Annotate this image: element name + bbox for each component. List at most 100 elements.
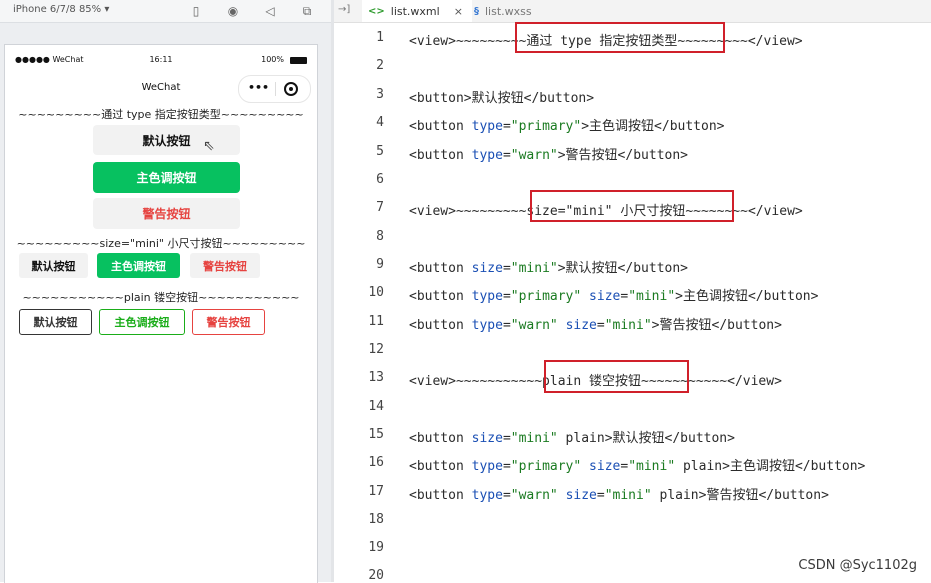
highlight-box: [544, 360, 689, 393]
window-icon[interactable]: ⧉: [299, 3, 315, 19]
watermark: CSDN @Syc1102g: [798, 558, 917, 573]
type-heading: ~~~~~~~~~通过 type 指定按钮类型~~~~~~~~~: [18, 108, 304, 121]
code-line-9[interactable]: <button size="mini">默认按钮</button>: [409, 257, 688, 276]
code-token: =: [596, 488, 605, 503]
code-token: <button: [409, 459, 472, 474]
code-token: >警告按钮</button>: [651, 318, 782, 333]
code-line-15[interactable]: <button size="mini" plain>默认按钮</button>: [409, 427, 735, 446]
plain-default-button[interactable]: 默认按钮: [19, 309, 92, 335]
line-number: 6: [376, 172, 384, 187]
plain-primary-button[interactable]: 主色调按钮: [99, 309, 185, 335]
highlight-box: [515, 22, 725, 53]
panel-divider[interactable]: [331, 0, 334, 582]
line-number: 19: [368, 540, 384, 555]
wxml-file-icon: <>: [368, 5, 385, 17]
plain-warn-button[interactable]: 警告按钮: [192, 309, 265, 335]
mouse-cursor-icon: ⇖: [203, 138, 215, 154]
code-token: >主色调按钮</button>: [675, 289, 819, 304]
code-string: "mini": [510, 431, 558, 446]
code-line-16[interactable]: <button type="primary" size="mini" plain…: [409, 455, 865, 474]
line-number: 2: [376, 58, 384, 73]
code-attr: size: [565, 318, 597, 333]
line-number: 10: [368, 285, 384, 300]
more-icon[interactable]: •••: [248, 81, 269, 94]
code-attr: type: [471, 148, 503, 163]
mini-warn-button[interactable]: 警告按钮: [190, 253, 260, 278]
sound-icon[interactable]: ◁: [262, 3, 278, 19]
record-icon[interactable]: ◉: [225, 3, 241, 19]
code-line-4[interactable]: <button type="primary">主色调按钮</button>: [409, 115, 725, 134]
mini-primary-button[interactable]: 主色调按钮: [97, 253, 180, 278]
code-token: <button: [409, 119, 472, 134]
code-string: "mini": [604, 488, 652, 503]
code-string: "primary": [510, 459, 582, 474]
tab-list-wxml[interactable]: <> list.wxml ×: [362, 0, 472, 22]
code-token: =: [596, 318, 605, 333]
mini-default-button[interactable]: 默认按钮: [19, 253, 88, 278]
default-button[interactable]: 默认按钮: [93, 125, 240, 155]
split-editor-icon[interactable]: →]: [338, 4, 350, 15]
code-token: <view>~~~~~~~~: [409, 204, 519, 219]
simulator-panel: iPhone 6/7/8 85% ▾ ▯ ◉ ◁ ⧉ ●●●●● WeChat …: [0, 0, 331, 583]
battery-icon: [290, 57, 307, 64]
code-string: "mini": [628, 459, 676, 474]
highlight-box: [530, 190, 734, 222]
code-token: >默认按钮</button>: [557, 261, 689, 276]
code-line-17[interactable]: <button type="warn" size="mini" plain>警告…: [409, 484, 829, 503]
tab-label: list.wxss: [485, 4, 532, 18]
status-bar: ●●●●● WeChat 16:11 100%: [5, 55, 317, 69]
line-number: 14: [368, 399, 384, 414]
code-token: =: [502, 318, 511, 333]
primary-button[interactable]: 主色调按钮: [93, 162, 240, 193]
code-attr: type: [471, 318, 503, 333]
tab-list-wxss[interactable]: § list.wxss: [468, 0, 574, 22]
code-token: =: [502, 261, 511, 276]
line-number: 9: [376, 257, 384, 272]
code-attr: size: [589, 289, 621, 304]
code-attr: size: [471, 431, 503, 446]
code-string: "warn": [510, 148, 558, 163]
simulator-toolbar: iPhone 6/7/8 85% ▾ ▯ ◉ ◁ ⧉: [0, 0, 331, 23]
device-select[interactable]: iPhone 6/7/8 85% ▾: [13, 4, 109, 15]
code-token: =: [620, 289, 629, 304]
code-token: <view>~~~~~~~~~~: [409, 374, 535, 389]
line-number: 4: [376, 115, 384, 130]
code-token: >警告按钮</button>: [557, 148, 689, 163]
code-token: plain>主色调按钮</button>: [675, 459, 866, 474]
warn-button[interactable]: 警告按钮: [93, 198, 240, 229]
code-token: >主色调按钮</button>: [581, 119, 725, 134]
code-line-10[interactable]: <button type="primary" size="mini">主色调按钮…: [409, 285, 818, 304]
close-target-icon[interactable]: [284, 82, 298, 96]
menu-capsule[interactable]: •••: [238, 75, 311, 103]
line-number: 3: [376, 87, 384, 102]
code-string: "primary": [510, 289, 582, 304]
code-attr: type: [471, 488, 503, 503]
code-token: =: [502, 148, 511, 163]
line-number: 13: [368, 370, 384, 385]
capsule-divider: [275, 82, 276, 96]
code-line-3[interactable]: <button>默认按钮</button>: [409, 87, 594, 106]
line-number: 8: [376, 229, 384, 244]
line-number: 1: [376, 30, 384, 45]
line-number: 18: [368, 512, 384, 527]
code-token: =: [620, 459, 629, 474]
line-number: 11: [368, 314, 384, 329]
code-token: <button: [409, 148, 472, 163]
code-token: =: [502, 488, 511, 503]
battery-percent: 100%: [261, 55, 284, 64]
code-line-11[interactable]: <button type="warn" size="mini">警告按钮</bu…: [409, 314, 782, 333]
line-number: 16: [368, 455, 384, 470]
size-heading: ~~~~~~~~~size="mini" 小尺寸按钮~~~~~~~~~: [16, 237, 306, 250]
code-token: <button: [409, 488, 472, 503]
line-number: 5: [376, 144, 384, 159]
close-tab-icon[interactable]: ×: [454, 5, 463, 18]
code-string: "warn": [510, 318, 558, 333]
code-line-5[interactable]: <button type="warn">警告按钮</button>: [409, 144, 688, 163]
code-token: =: [502, 289, 511, 304]
code-attr: type: [471, 289, 503, 304]
phone-icon[interactable]: ▯: [188, 3, 204, 19]
